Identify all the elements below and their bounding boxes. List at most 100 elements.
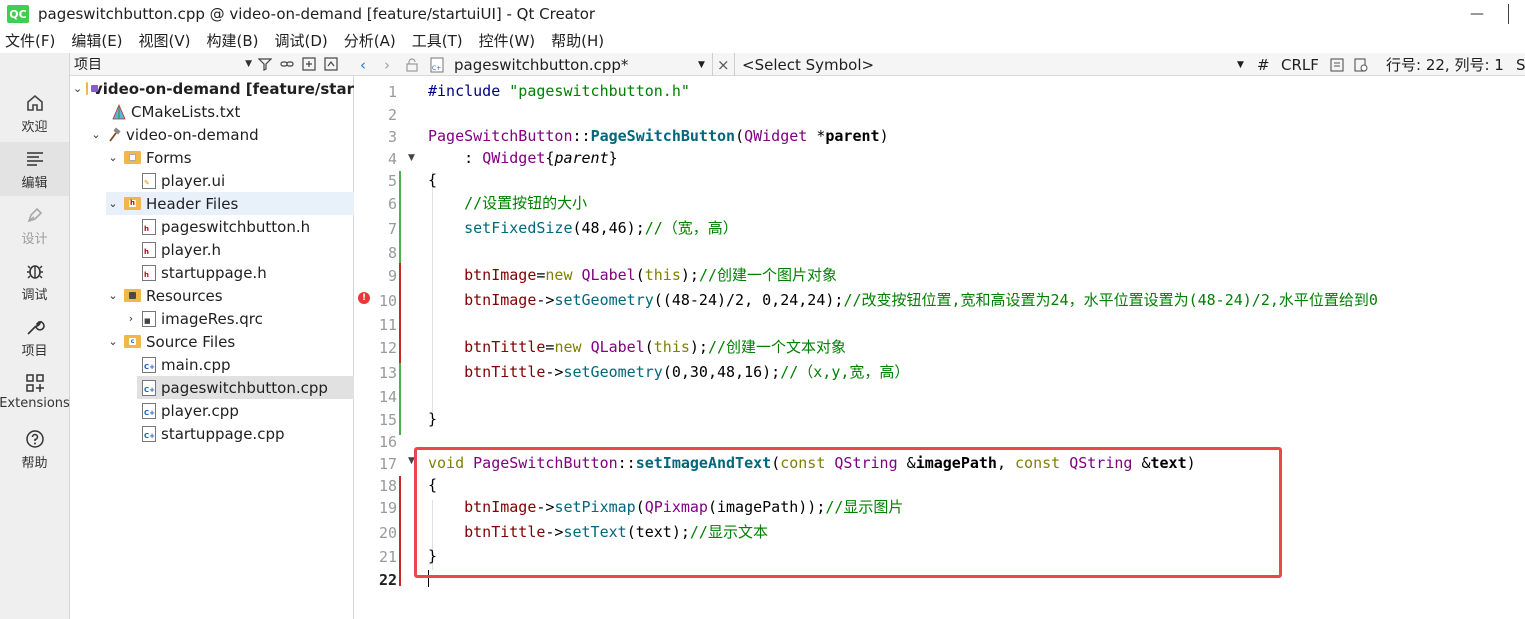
open-document-name[interactable]: pageswitchbutton.cpp*: [454, 53, 628, 76]
collapsed-arrow-icon: ›: [128, 312, 134, 325]
toolbar-divider: [734, 53, 735, 76]
mode-projects[interactable]: 项目: [0, 310, 69, 364]
title-bar: QC pageswitchbutton.cpp @ video-on-deman…: [0, 0, 1525, 28]
code-token: QWidget: [744, 127, 808, 145]
tree-item-forms[interactable]: ⌄ Forms: [106, 146, 191, 169]
symbol-selector[interactable]: <Select Symbol>: [742, 53, 874, 76]
menu-tools[interactable]: 工具(T): [412, 30, 463, 51]
line-number: 20: [378, 524, 397, 542]
code-token: ::: [572, 127, 591, 145]
tree-item-resources[interactable]: ⌄ Resources: [106, 284, 222, 307]
tree-item-main-cpp[interactable]: C+ main.cpp: [142, 353, 231, 376]
tree-item-player-cpp[interactable]: C+ player.cpp: [142, 399, 239, 422]
editor-toolbar: ‹ › C+ pageswitchbutton.cpp* ▼ × <Select…: [354, 53, 1525, 76]
tree-item-label: player.h: [161, 240, 222, 259]
menu-analyze[interactable]: 分析(A): [344, 30, 396, 51]
mode-welcome[interactable]: 欢迎: [0, 86, 69, 140]
tree-item-pageswitchbutton-cpp[interactable]: C+ pageswitchbutton.cpp: [137, 376, 354, 399]
document-icon[interactable]: [1330, 53, 1344, 76]
change-marker-added: [399, 363, 401, 435]
tree-item-project-root[interactable]: ⌄ video-on-demand [feature/star: [70, 77, 354, 100]
code-token: );: [689, 338, 708, 356]
menu-file[interactable]: 文件(F): [5, 30, 55, 51]
lock-icon[interactable]: [406, 53, 418, 76]
line-number: 15: [378, 411, 397, 429]
line-ending-selector[interactable]: CRLF: [1281, 53, 1319, 76]
code-line-10: btnImage->setGeometry((48-24)/2, 0,24,24…: [428, 289, 1378, 312]
cursor-position[interactable]: 行号: 22, 列号: 1: [1386, 53, 1504, 76]
header-file-icon: h: [142, 241, 156, 258]
mode-help[interactable]: 帮助: [0, 422, 69, 476]
line-number: 22: [378, 571, 397, 589]
settings-doc-icon[interactable]: [1354, 53, 1368, 76]
qt-creator-window: QC pageswitchbutton.cpp @ video-on-deman…: [0, 0, 1525, 619]
mode-extensions[interactable]: Extensions: [0, 366, 70, 420]
minimize-button[interactable]: —: [1462, 0, 1492, 28]
project-view-combo[interactable]: 项目 ▼: [74, 54, 254, 74]
menu-edit[interactable]: 编辑(E): [71, 30, 122, 51]
tree-item-target[interactable]: ⌄ video-on-demand: [89, 123, 258, 146]
code-token: *: [807, 127, 826, 145]
change-marker-added: [399, 171, 401, 263]
tree-item-label: main.cpp: [161, 355, 231, 374]
extensions-grid-icon: [24, 372, 46, 394]
tree-item-player-ui[interactable]: ✎ player.ui: [142, 169, 225, 192]
back-arrow-icon[interactable]: ‹: [360, 53, 366, 76]
chevron-down-icon[interactable]: ▼: [1237, 53, 1244, 76]
mode-design[interactable]: 设计: [0, 198, 69, 252]
window-title: pageswitchbutton.cpp @ video-on-demand […: [38, 5, 596, 23]
fold-marker-icon[interactable]: ▼: [408, 153, 415, 163]
mode-help-label: 帮助: [21, 456, 48, 471]
code-token: (: [735, 127, 745, 145]
menu-controls[interactable]: 控件(W): [479, 30, 536, 51]
tree-item-pageswitchbutton-h[interactable]: h pageswitchbutton.h: [142, 215, 310, 238]
code-token: QWidget: [482, 149, 546, 167]
hash-indicator[interactable]: #: [1257, 53, 1270, 76]
mode-debug[interactable]: 调试: [0, 254, 69, 308]
tree-item-label: player.cpp: [161, 401, 239, 420]
qt-creator-logo: QC: [7, 5, 29, 23]
code-token: ->: [545, 363, 564, 381]
header-file-icon: h: [142, 218, 156, 235]
error-marker-icon[interactable]: !: [358, 292, 370, 304]
collapse-icon[interactable]: [320, 54, 342, 74]
maximize-button[interactable]: [1508, 4, 1525, 24]
line-number: 13: [378, 364, 397, 382]
menu-debug[interactable]: 调试(D): [275, 30, 328, 51]
link-icon[interactable]: [276, 54, 298, 74]
code-line-4: : QWidget{parent}: [428, 147, 618, 170]
tree-item-startuppage-h[interactable]: h startuppage.h: [142, 261, 267, 284]
expanded-arrow-icon: ⌄: [91, 128, 101, 141]
code-token: this: [653, 338, 690, 356]
tree-item-player-h[interactable]: h player.h: [142, 238, 221, 261]
tree-item-startuppage-cpp[interactable]: C+ startuppage.cpp: [142, 422, 285, 445]
code-line-12: btnTittle=new QLabel(this);//创建一个文本对象: [428, 336, 846, 359]
code-token: }: [608, 149, 618, 167]
tree-item-imageres-qrc[interactable]: › ■ imageRes.qrc: [124, 307, 263, 330]
mode-edit[interactable]: 编辑: [0, 142, 69, 196]
close-document-button[interactable]: ×: [717, 53, 730, 76]
line-number: 11: [378, 316, 397, 334]
filter-icon[interactable]: [254, 54, 276, 74]
tree-item-source-files[interactable]: ⌄ c Source Files: [106, 330, 235, 353]
menu-build[interactable]: 构建(B): [207, 30, 259, 51]
menu-view[interactable]: 视图(V): [139, 30, 191, 51]
cpp-file-icon: C+: [142, 379, 156, 396]
code-token: //创建一个文本对象: [707, 338, 847, 356]
line-number: 2: [387, 106, 397, 124]
tree-item-cmakelists[interactable]: CMakeLists.txt: [112, 100, 240, 123]
code-token: PageSwitchButton: [590, 127, 736, 145]
menu-help[interactable]: 帮助(H): [551, 30, 604, 51]
line-number: 6: [387, 195, 397, 213]
tree-item-header-files[interactable]: ⌄ h Header Files: [106, 192, 354, 215]
forms-folder-icon: [124, 151, 141, 164]
chevron-down-icon[interactable]: ▼: [698, 53, 705, 76]
split-icon[interactable]: [298, 54, 320, 74]
code-token: PageSwitchButton: [428, 127, 573, 145]
cpp-file-icon: C+: [142, 425, 156, 442]
forward-arrow-icon[interactable]: ›: [384, 53, 390, 76]
